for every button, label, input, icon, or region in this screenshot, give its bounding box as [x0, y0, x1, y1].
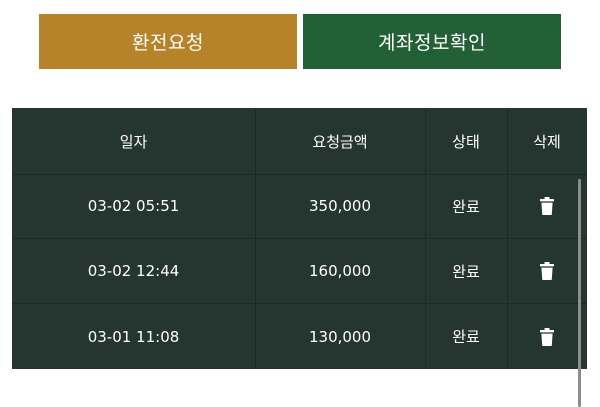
row-date: 03-02 12:44 [87, 262, 180, 280]
trash-icon[interactable] [540, 327, 554, 346]
row-amount: 350,000 [308, 197, 372, 215]
table-row: 03-02 05:51 350,000 완료 [12, 174, 587, 238]
exchange-history-table: 일자 요청금액 상태 삭제 03-02 05:51 350,000 완료 03-… [12, 108, 587, 369]
row-amount: 160,000 [308, 262, 372, 280]
delete-cell [507, 304, 587, 369]
delete-cell [507, 239, 587, 303]
exchange-request-button[interactable]: 환전요청 [39, 14, 297, 69]
row-status: 완료 [452, 328, 480, 346]
column-header-delete: 삭제 [533, 132, 561, 151]
column-header-status: 상태 [452, 132, 480, 151]
row-status: 완료 [452, 262, 480, 281]
delete-cell [507, 174, 587, 238]
column-header-date: 일자 [119, 132, 148, 151]
row-date: 03-02 05:51 [87, 197, 180, 215]
trash-icon[interactable] [540, 262, 554, 280]
row-date: 03-01 11:08 [87, 327, 180, 346]
row-amount: 130,000 [308, 327, 372, 346]
table-row: 03-01 11:08 130,000 완료 [12, 304, 587, 369]
table-header: 일자 요청금액 상태 삭제 [12, 108, 587, 174]
table-row: 03-02 12:44 160,000 완료 [12, 239, 587, 303]
trash-icon[interactable] [540, 197, 554, 215]
column-header-amount: 요청금액 [312, 132, 368, 151]
account-info-button[interactable]: 계좌정보확인 [303, 14, 561, 69]
row-status: 완료 [452, 197, 480, 216]
scrollbar[interactable] [578, 179, 581, 407]
